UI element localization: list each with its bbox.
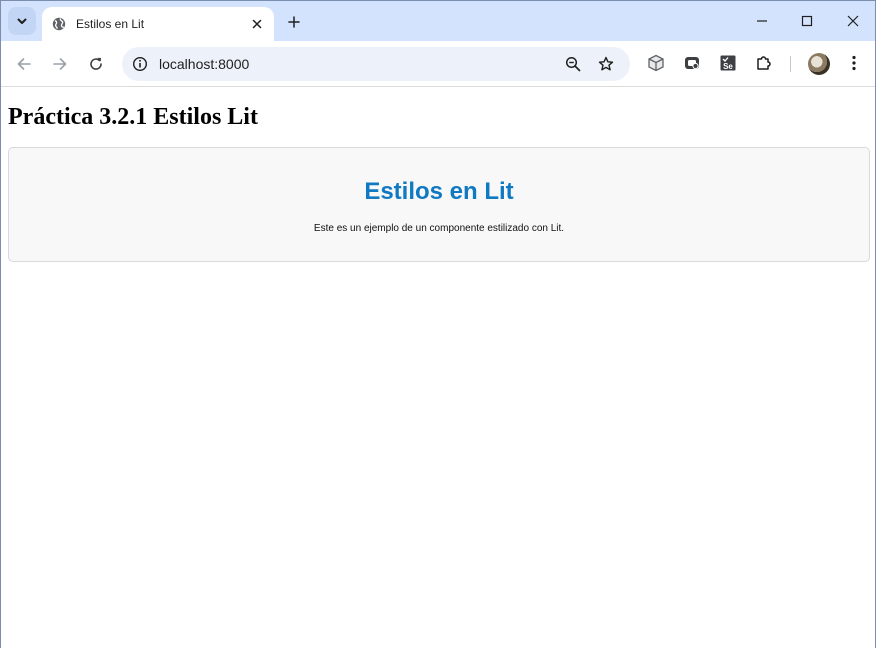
card-title: Estilos en Lit (364, 178, 514, 205)
arrow-left-icon (17, 58, 31, 70)
reload-button[interactable] (82, 50, 110, 78)
minimize-icon (757, 20, 767, 22)
zoom-button[interactable] (563, 54, 583, 74)
selenium-label: Se (723, 62, 733, 71)
puzzle-icon (757, 56, 771, 70)
screen-extension-icon (685, 57, 699, 70)
site-info-button[interactable] (130, 54, 150, 74)
kebab-menu-icon (852, 55, 856, 71)
chevron-down-icon (17, 18, 27, 24)
tab-title: Estilos en Lit (76, 17, 145, 31)
tab-active[interactable]: Estilos en Lit (42, 7, 274, 41)
forward-button[interactable] (46, 50, 74, 78)
cube-extension-button[interactable] (644, 51, 668, 75)
toolbar-divider (790, 56, 791, 72)
maximize-icon (801, 15, 813, 27)
selenium-extension-icon: Se (720, 55, 736, 71)
bookmark-button[interactable] (596, 54, 616, 74)
reload-icon (90, 57, 102, 70)
info-icon (132, 56, 148, 72)
address-bar[interactable]: localhost:8000 (122, 47, 630, 81)
browser-menu-button[interactable] (842, 51, 866, 75)
avatar[interactable] (808, 53, 830, 75)
extensions-button[interactable] (752, 51, 776, 75)
cube-extension-icon (648, 54, 664, 72)
card-text: Este es un ejemplo de un componente esti… (313, 223, 565, 234)
browser-toolbar: localhost:8000 Se (1, 41, 875, 87)
lit-component-card: Estilos en Lit Este es un ejemplo de un … (8, 147, 870, 262)
page-viewport: Práctica 3.2.1 Estilos Lit Estilos en Li… (1, 88, 875, 648)
tab-close-button[interactable] (247, 14, 267, 34)
minimize-button[interactable] (748, 7, 776, 35)
arrow-right-icon (53, 58, 67, 70)
zoom-out-icon (565, 56, 581, 72)
back-button[interactable] (10, 50, 38, 78)
close-icon (252, 19, 262, 29)
page-title: Práctica 3.2.1 Estilos Lit (8, 104, 258, 130)
close-window-button[interactable] (839, 7, 867, 35)
tab-search-button[interactable] (8, 7, 36, 35)
maximize-button[interactable] (793, 7, 821, 35)
new-tab-button[interactable] (282, 10, 306, 34)
tab-strip: Estilos en Lit (1, 1, 875, 41)
plus-icon (288, 16, 300, 28)
selenium-extension-button[interactable]: Se (716, 51, 740, 75)
browser-window: Estilos en Lit localhost:8000 Se Práctic… (0, 0, 876, 648)
screen-extension-button[interactable] (680, 51, 704, 75)
close-icon (847, 15, 859, 27)
globe-icon (51, 16, 67, 32)
url-text[interactable]: localhost:8000 (159, 56, 249, 72)
star-icon (598, 56, 614, 71)
